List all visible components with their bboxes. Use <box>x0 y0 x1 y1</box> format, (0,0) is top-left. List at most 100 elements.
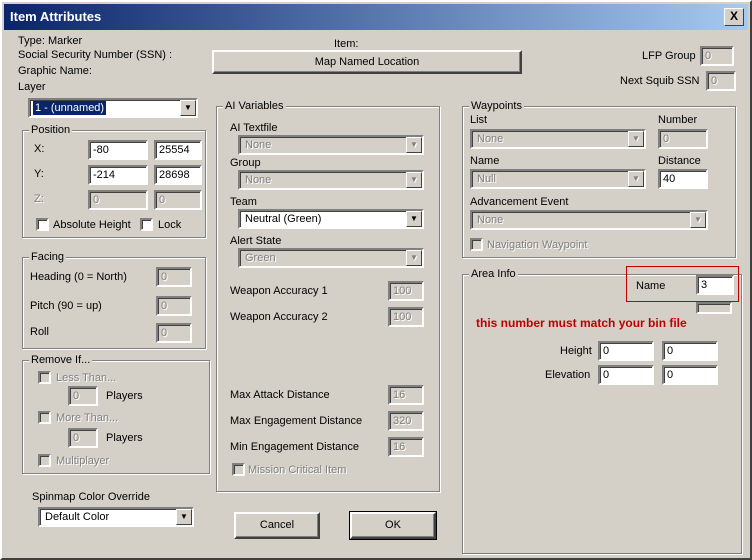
elevation-field-1[interactable]: 0 <box>598 365 654 385</box>
more-players-field[interactable]: 0 <box>68 428 98 448</box>
spinmap-value: Default Color <box>45 511 110 523</box>
mission-critical-checkbox[interactable] <box>232 463 245 476</box>
number-field[interactable]: 0 <box>658 129 708 149</box>
position-title: Position <box>29 123 73 137</box>
less-players-field[interactable]: 0 <box>68 386 98 406</box>
absolute-height-checkbox[interactable] <box>36 218 49 231</box>
elevation-field-2[interactable]: 0 <box>662 365 718 385</box>
close-icon: X <box>729 9 738 23</box>
heading-field[interactable]: 0 <box>156 267 192 287</box>
spinmap-dropdown[interactable]: Default Color ▼ <box>38 507 194 527</box>
pitch-field[interactable]: 0 <box>156 296 192 316</box>
chevron-down-icon[interactable]: ▼ <box>180 100 196 116</box>
chevron-down-icon[interactable]: ▼ <box>628 171 644 187</box>
pitch-label: Pitch (90 = up) <box>30 300 102 312</box>
x-field-2[interactable]: 25554 <box>154 140 202 160</box>
absolute-height-label: Absolute Height <box>53 219 131 231</box>
layer-dropdown[interactable]: 1 - (unnamed) ▼ <box>28 98 198 118</box>
item-label: Item: <box>334 38 359 50</box>
chevron-down-icon[interactable]: ▼ <box>406 211 422 227</box>
more-players-label: Players <box>106 432 143 444</box>
lock-label: Lock <box>158 219 182 231</box>
weapon-accuracy-2-field[interactable]: 100 <box>388 307 424 327</box>
mission-critical-label: Mission Critical Item <box>248 464 347 476</box>
distance-label: Distance <box>658 155 701 167</box>
layer-label: Layer <box>18 81 46 93</box>
group-dropdown[interactable]: None ▼ <box>238 170 424 190</box>
alert-state-value: Green <box>245 252 276 264</box>
max-engagement-field[interactable]: 320 <box>388 411 424 431</box>
ok-button[interactable]: OK <box>349 511 437 540</box>
area-name-field[interactable]: 3 <box>696 275 734 295</box>
more-than-label: More Than... <box>56 412 119 424</box>
less-than-checkbox[interactable] <box>38 371 51 384</box>
less-than-label: Less Than... <box>56 372 117 384</box>
window-title: Item Attributes <box>10 9 102 24</box>
lfp-group-label: LFP Group <box>642 50 696 62</box>
area-info-title: Area Info <box>469 267 518 281</box>
advancement-dropdown[interactable]: None ▼ <box>470 210 708 230</box>
layer-value: 1 - (unnamed) <box>33 101 107 115</box>
chevron-down-icon[interactable]: ▼ <box>406 137 422 153</box>
waypoint-name-dropdown[interactable]: Null ▼ <box>470 169 646 189</box>
waypoint-list-dropdown[interactable]: None ▼ <box>470 129 646 149</box>
waypoint-name-label: Name <box>470 155 500 167</box>
number-label: Number <box>658 114 698 126</box>
roll-label: Roll <box>30 326 49 338</box>
less-players-label: Players <box>106 390 143 402</box>
more-than-checkbox[interactable] <box>38 411 51 424</box>
ai-textfile-value: None <box>245 139 272 151</box>
close-button[interactable]: X <box>724 8 744 26</box>
x-label: X: <box>34 143 45 155</box>
chevron-down-icon[interactable]: ▼ <box>406 172 422 188</box>
height-field-1[interactable]: 0 <box>598 341 654 361</box>
group-value: None <box>245 174 272 186</box>
advancement-value: None <box>477 214 504 226</box>
item-button[interactable]: Map Named Location <box>212 50 522 74</box>
title-bar[interactable]: Item Attributes X <box>4 4 748 30</box>
y-label: Y: <box>34 168 44 180</box>
chevron-down-icon[interactable]: ▼ <box>406 250 422 266</box>
annotation-note: this number must match your bin file <box>476 316 687 330</box>
waypoint-name-value: Null <box>477 173 496 185</box>
weapon-accuracy-2-label: Weapon Accuracy 2 <box>230 311 328 323</box>
max-attack-field[interactable]: 16 <box>388 385 424 405</box>
multiplayer-checkbox[interactable] <box>38 454 51 467</box>
roll-field[interactable]: 0 <box>156 323 192 343</box>
height-label: Height <box>560 345 592 357</box>
distance-field[interactable]: 40 <box>658 169 708 189</box>
alert-state-dropdown[interactable]: Green ▼ <box>238 248 424 268</box>
multiplayer-label: Multiplayer <box>56 455 110 467</box>
graphic-name-label: Graphic Name: <box>18 65 92 77</box>
type-label: Type: Marker <box>18 35 83 47</box>
min-engagement-field[interactable]: 16 <box>388 437 424 457</box>
min-engagement-label: Min Engagement Distance <box>230 441 360 453</box>
ai-variables-title: AI Variables <box>223 99 286 113</box>
weapon-accuracy-1-field[interactable]: 100 <box>388 281 424 301</box>
chevron-down-icon[interactable]: ▼ <box>628 131 644 147</box>
lfp-group-field[interactable]: 0 <box>700 46 734 66</box>
advancement-label: Advancement Event <box>470 196 569 208</box>
waypoints-title: Waypoints <box>469 99 524 113</box>
item-attributes-dialog: Item Attributes X Type: Marker Social Se… <box>0 0 752 560</box>
hidden-area-field[interactable] <box>696 302 732 314</box>
z-label: Z: <box>34 193 44 205</box>
weapon-accuracy-1-label: Weapon Accuracy 1 <box>230 285 328 297</box>
next-squib-field[interactable]: 0 <box>706 71 736 91</box>
z-field-2[interactable]: 0 <box>154 190 202 210</box>
waypoint-list-value: None <box>477 133 504 145</box>
cancel-button[interactable]: Cancel <box>234 512 320 539</box>
ai-textfile-dropdown[interactable]: None ▼ <box>238 135 424 155</box>
lock-checkbox[interactable] <box>140 218 153 231</box>
list-label: List <box>470 114 488 126</box>
facing-title: Facing <box>29 250 67 264</box>
chevron-down-icon[interactable]: ▼ <box>690 212 706 228</box>
x-field-1[interactable]: -80 <box>88 140 148 160</box>
z-field-1[interactable]: 0 <box>88 190 148 210</box>
height-field-2[interactable]: 0 <box>662 341 718 361</box>
y-field-2[interactable]: 28698 <box>154 165 202 185</box>
navigation-waypoint-checkbox[interactable] <box>470 238 483 251</box>
team-dropdown[interactable]: Neutral (Green) ▼ <box>238 209 424 229</box>
y-field-1[interactable]: -214 <box>88 165 148 185</box>
chevron-down-icon[interactable]: ▼ <box>176 509 192 525</box>
